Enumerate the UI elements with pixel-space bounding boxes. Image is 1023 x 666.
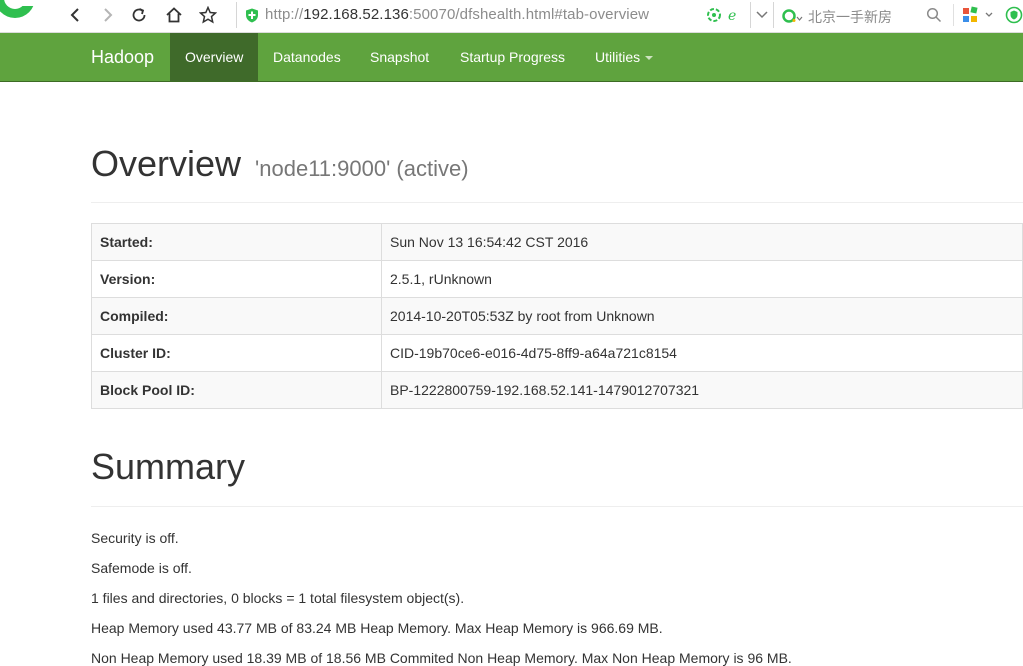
summary-security: Security is off. xyxy=(91,530,179,546)
back-button[interactable] xyxy=(63,4,87,26)
row-label: Version: xyxy=(91,260,382,298)
search-placeholder: 北京一手新房 xyxy=(808,10,892,26)
url-host: 192.168.52.136 xyxy=(303,6,409,23)
overview-table: Started: Sun Nov 13 16:54:42 CST 2016 Ve… xyxy=(91,223,1023,409)
table-row: Started: Sun Nov 13 16:54:42 CST 2016 xyxy=(91,223,1023,261)
speed-mode-icon[interactable] xyxy=(706,7,722,23)
url-scheme: http:// xyxy=(265,6,304,23)
url-path: :50070/dfshealth.html#tab-overview xyxy=(408,6,650,23)
address-bar[interactable]: http://192.168.52.136:50070/dfshealth.ht… xyxy=(236,2,773,28)
secure-shield-icon xyxy=(246,8,258,23)
reload-button[interactable] xyxy=(127,4,151,26)
address-dropdown-button[interactable] xyxy=(750,2,774,28)
table-row: Compiled: 2014-10-20T05:53Z by root from… xyxy=(91,297,1023,335)
navbar-brand[interactable]: Hadoop xyxy=(91,47,154,68)
svg-text:e: e xyxy=(728,8,736,23)
overview-title: Overview xyxy=(91,143,242,184)
row-label: Cluster ID: xyxy=(91,334,382,372)
table-row: Block Pool ID: BP-1222800759-192.168.52.… xyxy=(91,371,1023,409)
bookmark-button[interactable] xyxy=(196,4,220,26)
overview-header: Overview 'node11:9000' (active) xyxy=(91,138,1023,203)
tab-startup-progress[interactable]: Startup Progress xyxy=(445,33,580,81)
guard-shield-icon xyxy=(1005,6,1023,24)
back-arrow-icon xyxy=(70,8,79,22)
page-title: Overview 'node11:9000' (active) xyxy=(91,143,469,185)
forward-arrow-icon xyxy=(104,8,113,22)
reload-icon xyxy=(132,8,146,22)
row-value: 2014-10-20T05:53Z by root from Unknown xyxy=(381,297,1023,335)
summary-safemode: Safemode is off. xyxy=(91,560,192,576)
tab-utilities[interactable]: Utilities xyxy=(580,33,668,81)
search-engine-icon[interactable] xyxy=(782,8,806,24)
row-value: Sun Nov 13 16:54:42 CST 2016 xyxy=(381,223,1023,261)
hadoop-navbar: Hadoop Overview Datanodes Snapshot Start… xyxy=(0,33,1023,82)
summary-non-heap-memory: Non Heap Memory used 18.39 MB of 18.56 M… xyxy=(91,650,792,666)
search-button[interactable] xyxy=(922,4,946,26)
summary-heap-memory: Heap Memory used 43.77 MB of 83.24 MB He… xyxy=(91,620,663,636)
summary-title: Summary xyxy=(91,446,246,487)
tab-overview[interactable]: Overview xyxy=(170,33,258,81)
ie-compat-icon[interactable]: e xyxy=(726,7,742,23)
search-icon xyxy=(926,7,942,23)
apps-grid-icon xyxy=(963,6,993,22)
apps-button[interactable] xyxy=(960,4,996,26)
forward-button[interactable] xyxy=(96,4,120,26)
star-icon xyxy=(199,6,217,24)
summary-header: Summary xyxy=(91,444,1023,507)
chevron-down-icon xyxy=(756,11,768,19)
summary-filesystem-objects: 1 files and directories, 0 blocks = 1 to… xyxy=(91,590,465,606)
home-icon xyxy=(166,7,182,23)
url-text[interactable]: http://192.168.52.136:50070/dfshealth.ht… xyxy=(265,6,649,23)
tab-datanodes[interactable]: Datanodes xyxy=(258,33,356,81)
tab-snapshot[interactable]: Snapshot xyxy=(355,33,444,81)
tab-utilities-label: Utilities xyxy=(595,49,641,65)
row-label: Block Pool ID: xyxy=(91,371,382,409)
table-row: Cluster ID: CID-19b70ce6-e016-4d75-8ff9-… xyxy=(91,334,1023,372)
row-label: Started: xyxy=(91,223,382,261)
row-label: Compiled: xyxy=(91,297,382,335)
browser-logo-icon xyxy=(0,0,44,24)
home-button[interactable] xyxy=(162,4,186,26)
row-value: 2.5.1, rUnknown xyxy=(381,260,1023,298)
overview-subtitle: 'node11:9000' (active) xyxy=(255,156,469,181)
row-value: BP-1222800759-192.168.52.141-14790127073… xyxy=(381,371,1023,409)
browser-toolbar: http://192.168.52.136:50070/dfshealth.ht… xyxy=(0,0,1023,33)
row-value: CID-19b70ce6-e016-4d75-8ff9-a64a721c8154 xyxy=(381,334,1023,372)
security-guard-button[interactable] xyxy=(1002,4,1023,26)
caret-down-icon xyxy=(645,56,654,61)
table-row: Version: 2.5.1, rUnknown xyxy=(91,260,1023,298)
